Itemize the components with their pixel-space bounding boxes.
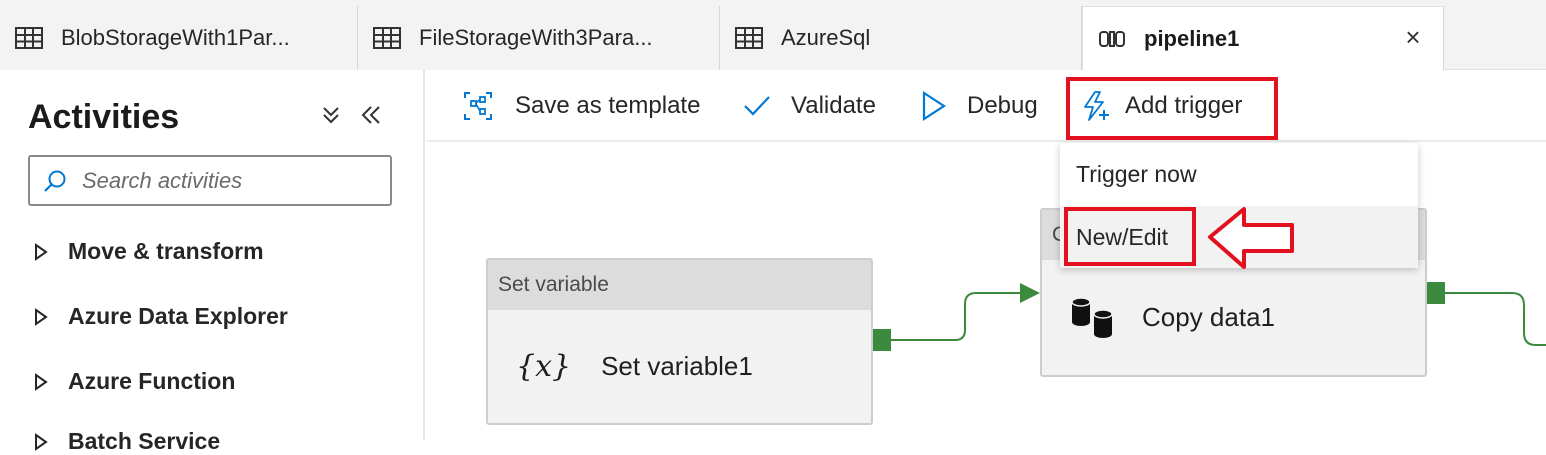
menu-item-trigger-now[interactable]: Trigger now: [1060, 143, 1418, 205]
tab-azure-sql[interactable]: AzureSql: [720, 6, 1082, 70]
template-icon: [464, 92, 492, 120]
pipeline-icon: [1098, 28, 1126, 50]
tab-label: FileStorageWith3Para...: [419, 25, 653, 50]
database-icon: [1071, 296, 1113, 338]
category-batch-service[interactable]: Batch Service: [34, 428, 220, 455]
activity-set-variable[interactable]: Set variable {x} Set variable1: [486, 258, 873, 425]
tab-label: BlobStorageWith1Par...: [61, 25, 290, 50]
highlight-new-edit: [1064, 207, 1196, 266]
search-box: [28, 155, 392, 206]
tab-label: AzureSql: [781, 25, 871, 50]
search-input[interactable]: [82, 167, 372, 194]
tab-label: pipeline1: [1144, 26, 1240, 51]
caret-right-icon: [35, 372, 48, 391]
category-label: Azure Function: [68, 368, 236, 394]
play-icon: [922, 91, 947, 121]
activity-type-label: Set variable: [488, 260, 871, 310]
button-label: Validate: [791, 92, 876, 119]
activity-name: Copy data1: [1142, 302, 1275, 332]
validate-button[interactable]: Validate: [743, 70, 876, 142]
category-label: Azure Data Explorer: [68, 303, 288, 329]
collapse-all-icon[interactable]: [318, 102, 344, 128]
tab-blob-storage[interactable]: BlobStorageWith1Par...: [0, 6, 358, 70]
checkmark-icon: [744, 96, 770, 116]
button-label: Save as template: [515, 92, 701, 119]
category-azure-data-explorer[interactable]: Azure Data Explorer: [34, 303, 288, 330]
left-arrow-icon: [1208, 207, 1294, 269]
hide-panel-icon[interactable]: [358, 102, 384, 128]
pipeline-toolbar: Save as template Validate Debug Add trig…: [427, 70, 1546, 142]
search-icon: [42, 168, 68, 194]
table-icon: [373, 27, 401, 49]
table-icon: [15, 27, 43, 49]
caret-right-icon: [35, 307, 48, 326]
panel-title: Activities: [28, 98, 180, 136]
button-label: Debug: [967, 92, 1038, 119]
caret-right-icon: [35, 432, 48, 451]
save-as-template-button[interactable]: Save as template: [463, 70, 700, 142]
close-icon[interactable]: ×: [1401, 22, 1425, 52]
variable-icon: {x}: [516, 349, 572, 384]
tab-pipeline1[interactable]: pipeline1 ×: [1082, 6, 1444, 71]
category-azure-function[interactable]: Azure Function: [34, 368, 235, 395]
highlight-add-trigger: [1066, 77, 1278, 140]
activities-panel: Activities Move & transform Azure Data E…: [0, 70, 425, 454]
category-move-transform[interactable]: Move & transform: [34, 238, 264, 265]
output-port[interactable]: [873, 329, 891, 351]
category-label: Move & transform: [68, 238, 264, 264]
category-label: Batch Service: [68, 428, 221, 454]
debug-button[interactable]: Debug: [921, 70, 1038, 142]
activity-name: Set variable1: [601, 351, 753, 381]
caret-right-icon: [35, 242, 48, 261]
tab-file-storage[interactable]: FileStorageWith3Para...: [358, 6, 720, 70]
table-icon: [735, 27, 763, 49]
output-port[interactable]: [1427, 282, 1445, 304]
tab-bar: BlobStorageWith1Par... FileStorageWith3P…: [0, 0, 1546, 71]
